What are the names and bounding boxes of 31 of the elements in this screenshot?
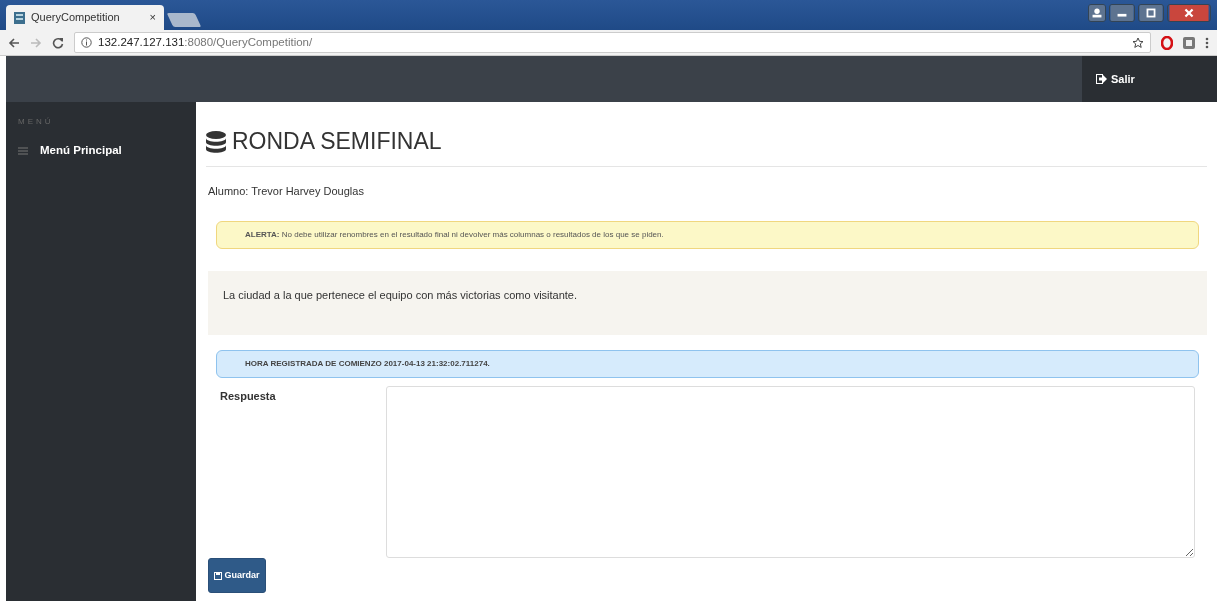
star-icon[interactable] <box>1132 36 1144 49</box>
sidebar-heading: MENÚ <box>18 116 55 128</box>
warning-alert: ALERTA: No debe utilizar renombres en el resultado final ni devolver más columnas o resultados de los que se piden. <box>216 221 1199 250</box>
sidebar-item[interactable]: Menú Principal <box>18 142 184 160</box>
answer-field[interactable] <box>386 386 1195 559</box>
user-icon[interactable] <box>1088 4 1106 22</box>
browser-tab[interactable]: QueryCompetition × <box>6 5 164 30</box>
close-icon[interactable]: × <box>149 9 156 26</box>
save-button[interactable]: Guardar <box>208 558 266 594</box>
extension-icon[interactable] <box>1183 36 1195 49</box>
minimize-icon[interactable] <box>1109 4 1135 22</box>
logout-icon <box>1096 74 1107 84</box>
database-icon <box>206 130 226 153</box>
start-time-alert: HORA REGISTRADA DE COMIENZO 2017-04-13 21:32:02.711274. <box>216 350 1199 379</box>
save-icon <box>214 571 223 580</box>
address-bar[interactable]: 132.247.127.131:8080/QueryCompetition/ <box>74 32 1151 53</box>
logout-link[interactable]: Salir <box>1096 70 1135 88</box>
page-icon <box>14 11 25 24</box>
answer-label: Respuesta <box>220 389 277 405</box>
new-tab-button[interactable] <box>166 13 202 27</box>
student-name: Alumno: Trevor Harvey Douglas <box>208 183 365 199</box>
page-title: RONDA SEMIFINAL <box>232 128 442 156</box>
info-icon <box>81 37 92 48</box>
opera-icon[interactable] <box>1161 35 1173 50</box>
menu-icon <box>18 146 28 155</box>
question-text: La ciudad a la que pertenece el equipo con más victorias como visitante. <box>223 288 579 304</box>
back-icon[interactable] <box>8 36 20 49</box>
close-icon[interactable] <box>1167 4 1211 22</box>
menu-icon[interactable] <box>1205 36 1209 49</box>
reload-icon[interactable] <box>52 36 64 49</box>
restore-icon[interactable] <box>1138 4 1164 22</box>
